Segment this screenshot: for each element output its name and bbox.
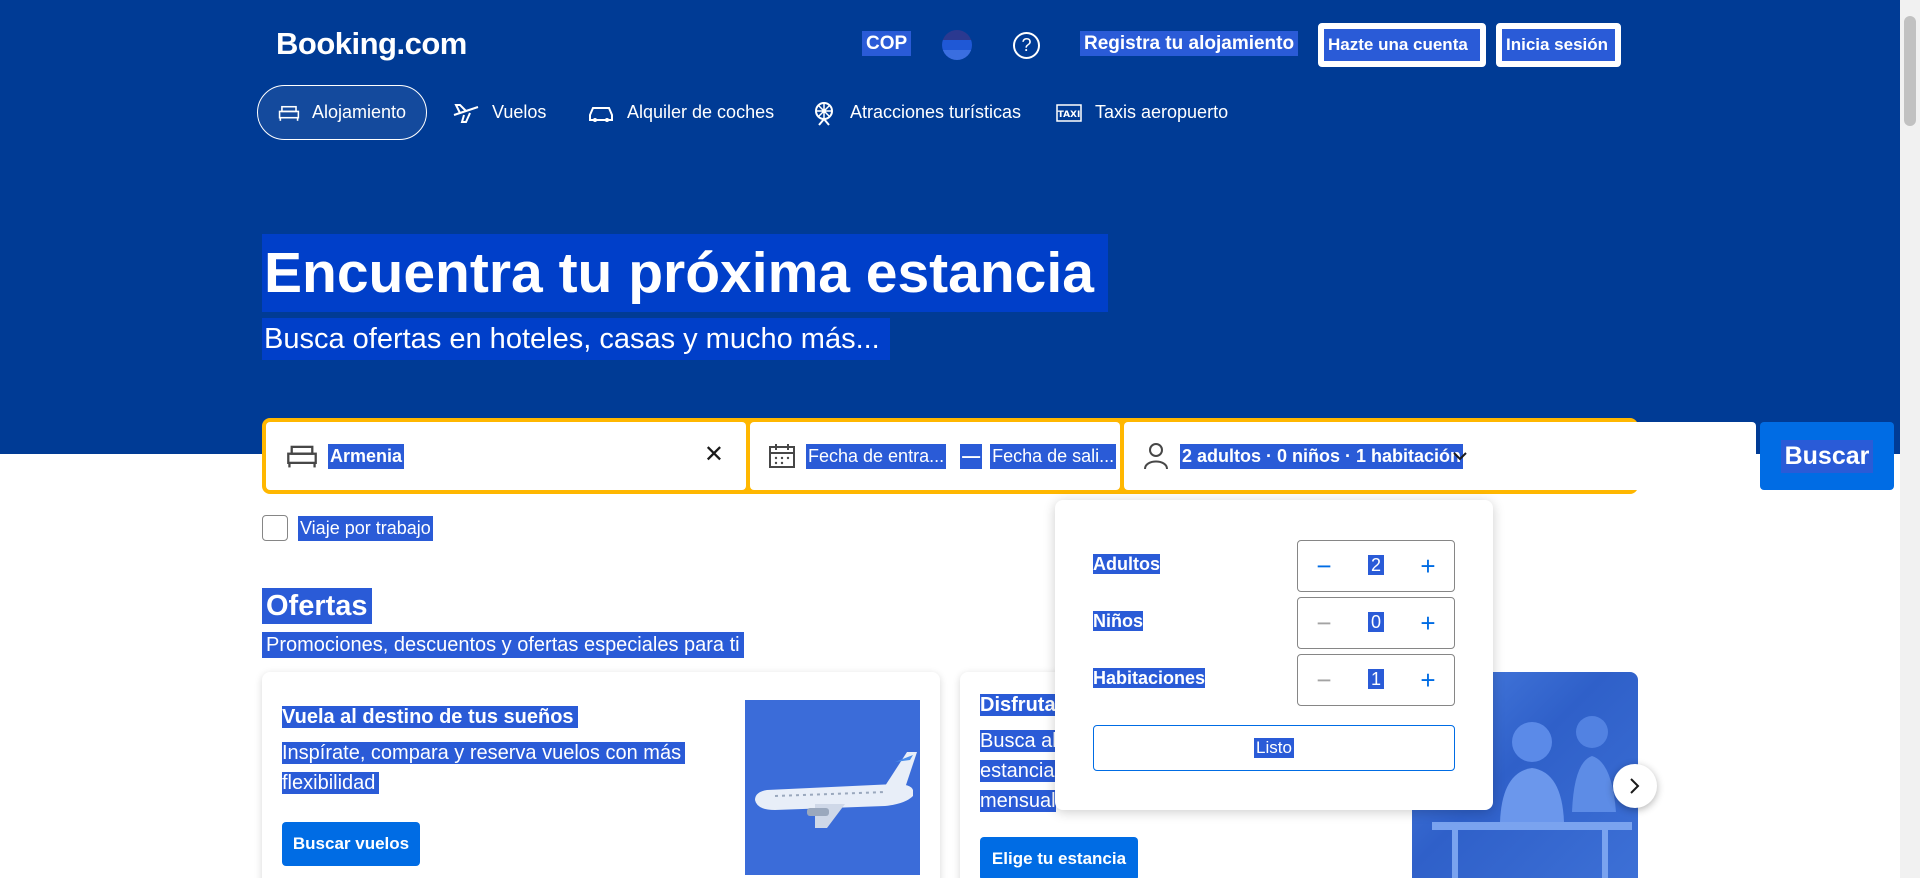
tab-label: Alojamiento: [311, 102, 406, 122]
card-title: Vuela al destino de tus sueños: [282, 706, 578, 729]
plane-icon: [453, 103, 479, 123]
chevron-right-icon: [1630, 778, 1640, 794]
adults-label: Adultos: [1093, 554, 1160, 575]
taxi-icon: TAXI: [1056, 103, 1082, 122]
offers-title: Ofertas: [262, 588, 372, 624]
adults-plus-button[interactable]: +: [1404, 541, 1452, 591]
tab-alquiler-coches[interactable]: Alquiler de coches: [567, 85, 794, 140]
bed-icon: [278, 105, 300, 121]
checkin-value: Fecha de entra...: [806, 443, 947, 469]
tab-vuelos[interactable]: Vuelos: [432, 85, 566, 140]
offers-subtitle: Promociones, descuentos y ofertas especi…: [262, 632, 744, 658]
page-title: Encuentra tu próxima estancia: [262, 234, 1108, 312]
tab-label: Alquiler de coches: [627, 102, 775, 122]
card-text-line: flexibilidad: [282, 772, 380, 794]
calendar-icon: [769, 444, 795, 468]
checkout-value: Fecha de sali...: [990, 443, 1117, 469]
offers-subtitle-text: Promociones, descuentos y ofertas especi…: [262, 632, 744, 658]
tab-taxis[interactable]: TAXI Taxis aeropuerto: [1035, 85, 1248, 140]
tab-label: Taxis aeropuerto: [1095, 102, 1229, 122]
rooms-label-text: Habitaciones: [1093, 668, 1206, 688]
destination-value: Armenia: [328, 443, 405, 469]
adults-value-text: 2: [1367, 555, 1384, 575]
bed-icon: [287, 445, 317, 468]
svg-text:TAXI: TAXI: [1058, 110, 1081, 120]
person-icon: [1144, 443, 1168, 470]
language-flag-icon[interactable]: [942, 30, 972, 60]
search-button[interactable]: Buscar: [1760, 422, 1894, 490]
guests-popup: Adultos − 2 + Niños − 0 + Habitaciones −…: [1055, 500, 1493, 810]
tab-label: Vuelos: [492, 102, 547, 122]
card-text-line: mensual: [980, 790, 1056, 812]
destination-field[interactable]: Armenia ✕: [266, 422, 746, 490]
tab-atracciones[interactable]: Atracciones turísticas: [790, 85, 1041, 140]
card-text-line: Inspírate, compara y reserva vuelos con …: [282, 742, 686, 764]
done-button-label: Listo: [1254, 738, 1294, 758]
done-button[interactable]: Listo: [1093, 725, 1455, 771]
card-title-text: Disfruta: [980, 694, 1056, 716]
adults-stepper: − 2 +: [1297, 540, 1455, 592]
car-icon: [589, 106, 613, 122]
rooms-label: Habitaciones: [1093, 668, 1206, 689]
guests-value: 2 adultos · 0 niños · 1 habitación: [1180, 443, 1464, 469]
page-scrollbar[interactable]: [1900, 0, 1920, 878]
help-icon[interactable]: ?: [1013, 32, 1040, 59]
guests-row-children: Niños − 0 +: [1093, 597, 1455, 649]
register-button[interactable]: Hazte una cuenta: [1318, 23, 1486, 67]
card-title: Disfruta: [980, 694, 1056, 717]
list-property-link[interactable]: Registra tu alojamiento: [1080, 31, 1299, 56]
hero-banner: [0, 0, 1900, 454]
booking-logo[interactable]: Booking.com: [276, 26, 467, 62]
chevron-down-icon: [1453, 452, 1467, 461]
signin-label: Inicia sesión: [1502, 29, 1615, 61]
children-label-text: Niños: [1093, 611, 1144, 631]
card-text-line: estancias: [980, 760, 1065, 782]
work-trip-checkbox[interactable]: [262, 515, 288, 541]
register-label: Hazte una cuenta: [1324, 29, 1480, 61]
adults-label-text: Adultos: [1093, 554, 1160, 574]
tab-alojamiento[interactable]: Alojamiento: [257, 85, 427, 140]
dates-field[interactable]: Fecha de entra... — Fecha de sali...: [750, 422, 1120, 490]
children-plus-button[interactable]: +: [1404, 598, 1452, 648]
rooms-value-text: 1: [1367, 669, 1384, 689]
currency-label: COP: [862, 31, 912, 56]
children-value-text: 0: [1367, 612, 1384, 632]
offers-title-text: Ofertas: [262, 588, 372, 624]
search-flights-button[interactable]: Buscar vuelos: [282, 822, 420, 866]
guests-field[interactable]: 2 adultos · 0 niños · 1 habitación: [1124, 422, 1756, 490]
guests-row-adults: Adultos − 2 +: [1093, 540, 1455, 592]
scrollbar-thumb[interactable]: [1904, 16, 1916, 126]
signin-button[interactable]: Inicia sesión: [1496, 23, 1621, 67]
search-button-label: Buscar: [1780, 439, 1874, 473]
card-text: Inspírate, compara y reserva vuelos con …: [282, 738, 686, 798]
airplane-icon: [755, 752, 917, 828]
plane-image: [745, 700, 920, 875]
guests-row-rooms: Habitaciones − 1 +: [1093, 654, 1455, 706]
card-title-text: Vuela al destino de tus sueños: [282, 706, 578, 728]
list-property-label: Registra tu alojamiento: [1080, 31, 1299, 56]
rooms-stepper: − 1 +: [1297, 654, 1455, 706]
children-stepper: − 0 +: [1297, 597, 1455, 649]
attractions-icon: [815, 101, 833, 126]
search-bar: Armenia ✕ Fecha de entra... — Fecha de s…: [262, 418, 1894, 494]
work-trip-label: Viaje por trabajo: [298, 515, 433, 541]
currency-selector[interactable]: COP: [862, 31, 912, 56]
rooms-plus-button[interactable]: +: [1404, 655, 1452, 705]
clear-icon[interactable]: ✕: [704, 440, 724, 469]
work-trip-checkbox-row[interactable]: Viaje por trabajo: [262, 515, 433, 541]
page-subtitle: Busca ofertas en hoteles, casas y mucho …: [262, 318, 890, 360]
date-separator: —: [960, 443, 983, 469]
choose-stay-button[interactable]: Elige tu estancia: [980, 837, 1138, 878]
children-label: Niños: [1093, 611, 1144, 632]
tab-label: Atracciones turísticas: [850, 102, 1022, 122]
carousel-next-button[interactable]: [1613, 764, 1657, 808]
